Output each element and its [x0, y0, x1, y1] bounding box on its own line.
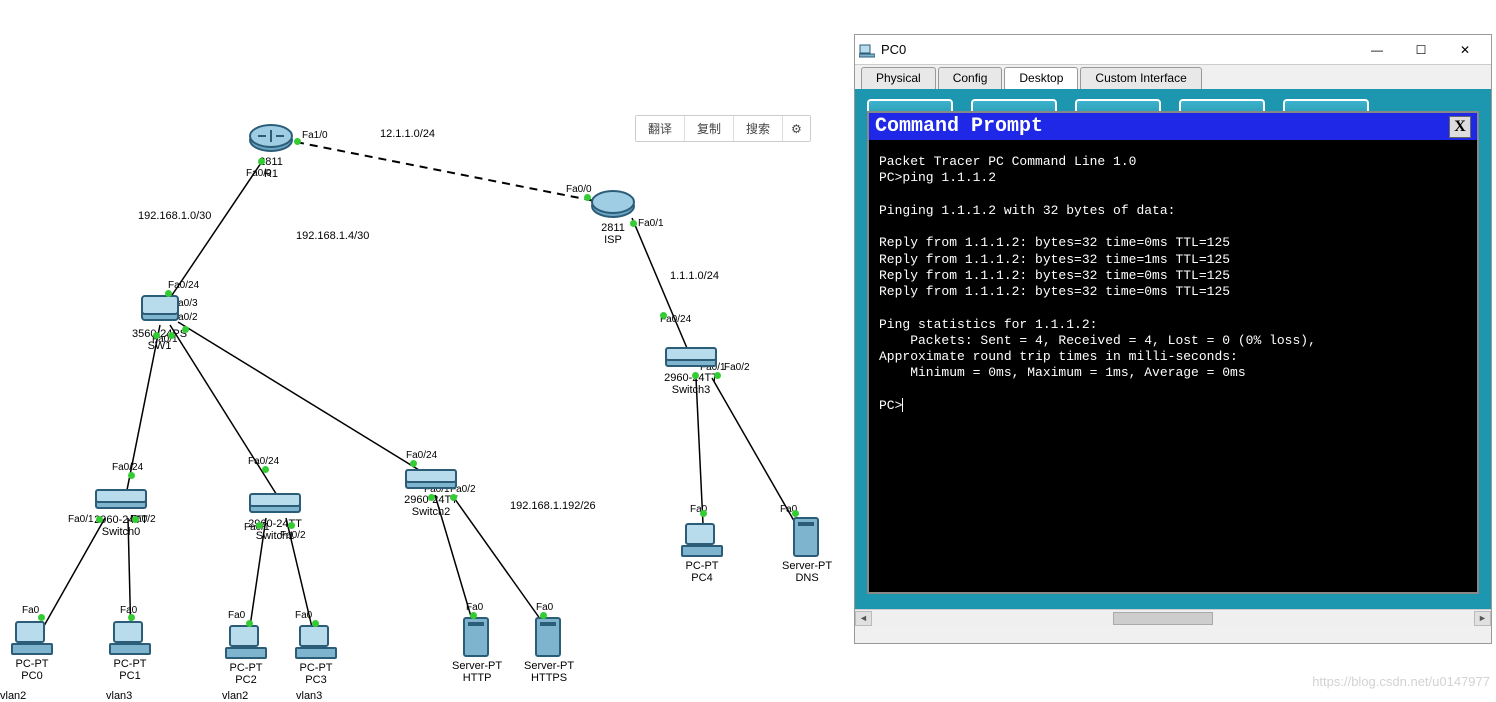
pc-1[interactable]: PC-PT PC1	[108, 618, 152, 682]
tab-bar: Physical Config Desktop Custom Interface	[855, 65, 1491, 89]
router-isp[interactable]: 2811 ISP	[590, 188, 636, 246]
pc-2[interactable]: PC-PT PC2	[224, 622, 268, 686]
scroll-left-button[interactable]: ◄	[855, 611, 872, 626]
switch-1[interactable]: 2960-24TT Switch1	[246, 490, 304, 542]
pc-icon	[224, 622, 268, 662]
router-r1[interactable]: 2811 R1	[248, 122, 294, 180]
router-icon	[590, 188, 636, 222]
pc-icon	[10, 618, 54, 658]
titlebar[interactable]: PC0 — ☐ ✕	[855, 35, 1491, 65]
translate-toolbar: 翻译 复制 搜索 ⚙	[635, 115, 811, 142]
gear-icon: ⚙	[791, 122, 802, 136]
links-svg	[0, 0, 850, 693]
pc-3[interactable]: PC-PT PC3	[294, 622, 338, 686]
topology-canvas[interactable]: 192.168.1.0/30 12.1.1.0/24 192.168.1.4/3…	[0, 0, 850, 693]
tab-custom[interactable]: Custom Interface	[1080, 67, 1201, 89]
pc-icon	[108, 618, 152, 658]
command-prompt-window: Command Prompt X Packet Tracer PC Comman…	[867, 111, 1479, 594]
horizontal-scrollbar[interactable]: ◄ ►	[855, 609, 1491, 626]
multilayer-switch-icon	[136, 290, 184, 328]
maximize-button[interactable]: ☐	[1399, 36, 1443, 64]
scroll-track[interactable]	[872, 611, 1474, 626]
window-title: PC0	[881, 42, 1355, 57]
tab-physical[interactable]: Physical	[861, 67, 936, 89]
scroll-thumb[interactable]	[1113, 612, 1213, 625]
scroll-right-button[interactable]: ►	[1474, 611, 1491, 626]
switch-icon	[662, 344, 720, 372]
command-prompt-title: Command Prompt	[875, 115, 1043, 138]
translate-button[interactable]: 翻译	[636, 116, 685, 141]
command-prompt-titlebar[interactable]: Command Prompt X	[869, 113, 1477, 140]
pc-icon	[294, 622, 338, 662]
switch-2[interactable]: 2960-24TT Switch2	[402, 466, 460, 518]
server-http[interactable]: Server-PT HTTP	[452, 614, 502, 684]
switch-icon	[246, 490, 304, 518]
tab-config[interactable]: Config	[938, 67, 1003, 89]
command-prompt-close[interactable]: X	[1449, 116, 1471, 138]
watermark: https://blog.csdn.net/u0147977	[1312, 674, 1490, 689]
switch-icon	[92, 486, 150, 514]
switch-icon	[402, 466, 460, 494]
search-button[interactable]: 搜索	[734, 116, 783, 141]
server-icon	[532, 614, 566, 660]
router-icon	[248, 122, 294, 156]
switch-0[interactable]: 2960-24TT Switch0	[92, 486, 150, 538]
minimize-button[interactable]: —	[1355, 36, 1399, 64]
close-button[interactable]: ✕	[1443, 36, 1487, 64]
pc-4[interactable]: PC-PT PC4	[680, 520, 724, 584]
server-dns[interactable]: Server-PT DNS	[782, 514, 832, 584]
settings-button[interactable]: ⚙	[783, 116, 810, 141]
pc-icon	[680, 520, 724, 560]
tab-desktop[interactable]: Desktop	[1004, 67, 1078, 89]
pc-window-icon	[859, 42, 875, 58]
copy-button[interactable]: 复制	[685, 116, 734, 141]
server-icon	[460, 614, 494, 660]
server-icon	[790, 514, 824, 560]
pc0-window: PC0 — ☐ ✕ Physical Config Desktop Custom…	[854, 34, 1492, 644]
desktop-area: Command Prompt X Packet Tracer PC Comman…	[855, 89, 1491, 609]
terminal-output[interactable]: Packet Tracer PC Command Line 1.0 PC>pin…	[869, 140, 1477, 592]
switch-core[interactable]: 3560-24PS SW1	[132, 290, 187, 352]
switch-3[interactable]: 2960-24TT Switch3	[662, 344, 720, 396]
server-https[interactable]: Server-PT HTTPS	[524, 614, 574, 684]
pc-0[interactable]: PC-PT PC0	[10, 618, 54, 682]
